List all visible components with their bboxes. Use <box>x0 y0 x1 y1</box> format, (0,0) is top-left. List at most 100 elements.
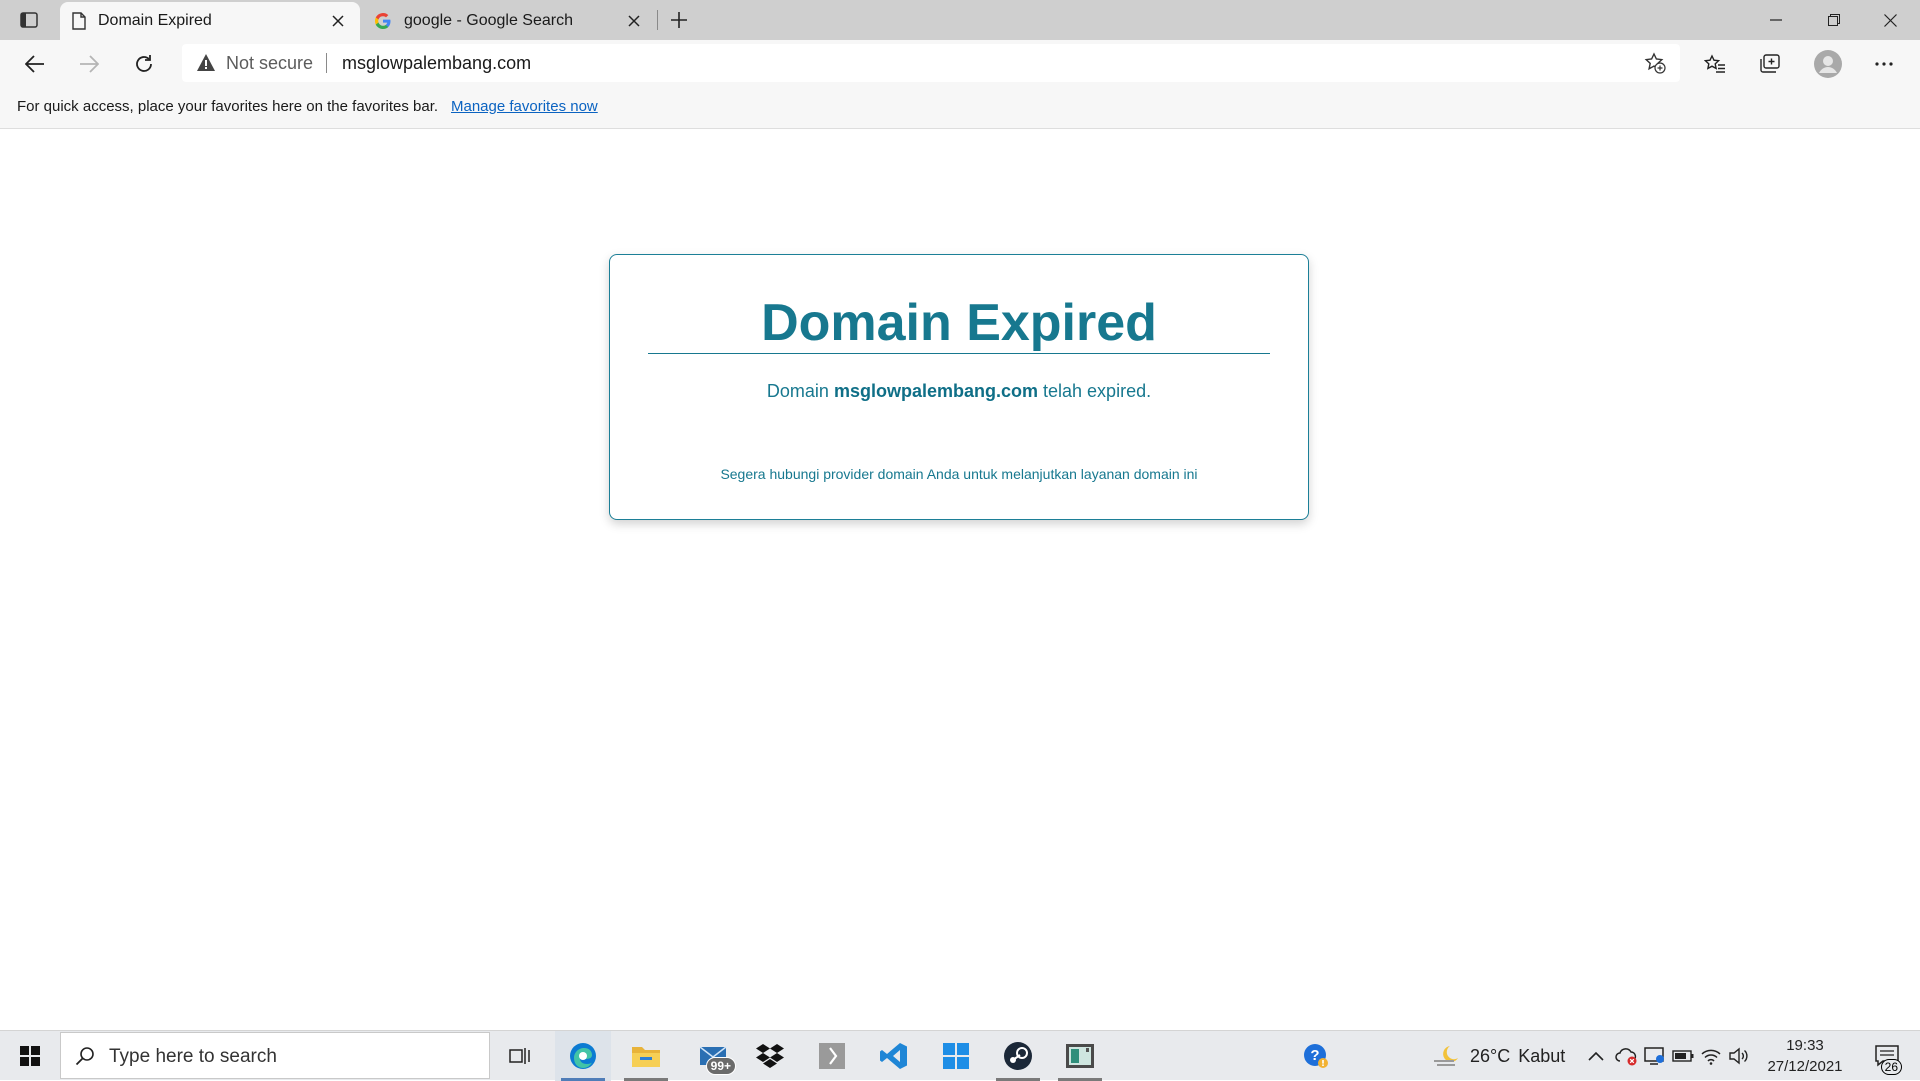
back-button[interactable] <box>17 47 53 81</box>
divider <box>326 53 327 73</box>
close-tab-button[interactable] <box>328 11 348 31</box>
taskbar-app-s[interactable] <box>804 1031 860 1081</box>
minimize-icon <box>1770 19 1782 21</box>
app-window-icon <box>1066 1044 1094 1068</box>
domain-expired-card: Domain Expired Domain msglowpalembang.co… <box>609 254 1309 520</box>
google-icon <box>375 13 391 29</box>
tray-wifi[interactable] <box>1697 1031 1725 1081</box>
taskbar-clock[interactable]: 19:33 27/12/2021 <box>1760 1035 1850 1077</box>
favorites-button[interactable] <box>1697 47 1733 81</box>
minimize-button[interactable] <box>1748 0 1804 40</box>
collections-button[interactable] <box>1752 47 1788 81</box>
page-title: Domain Expired <box>761 294 1157 352</box>
title-divider <box>648 353 1270 354</box>
close-tab-button[interactable] <box>624 11 644 31</box>
clock-date: 27/12/2021 <box>1767 1058 1843 1075</box>
tab-actions-icon <box>20 12 38 28</box>
windows-logo-icon <box>20 1046 40 1066</box>
help-tray-button[interactable]: ? <box>1288 1031 1344 1081</box>
forward-button[interactable] <box>71 47 107 81</box>
steam-icon <box>1004 1042 1032 1070</box>
tray-battery[interactable] <box>1669 1031 1697 1081</box>
avatar-icon <box>1814 50 1842 78</box>
taskbar-file-explorer[interactable] <box>618 1031 674 1081</box>
tray-display[interactable] <box>1641 1031 1669 1081</box>
favorites-list-icon <box>1704 54 1725 73</box>
manage-favorites-link[interactable]: Manage favorites now <box>451 98 598 115</box>
start-button[interactable] <box>2 1031 58 1081</box>
svg-text:?: ? <box>1310 1047 1319 1064</box>
restore-icon <box>1828 14 1840 26</box>
collections-icon <box>1760 54 1780 73</box>
edge-icon <box>570 1043 596 1069</box>
chevron-up-icon <box>1588 1051 1604 1061</box>
favorites-bar-message: For quick access, place your favorites h… <box>17 98 439 115</box>
volume-icon <box>1729 1047 1748 1065</box>
tab-separator <box>657 10 658 30</box>
taskbar-mail[interactable]: 99+ <box>686 1031 742 1081</box>
tray-onedrive[interactable] <box>1613 1031 1641 1081</box>
mail-badge: 99+ <box>705 1057 736 1075</box>
close-icon <box>332 15 344 27</box>
url-text[interactable]: msglowpalembang.com <box>342 53 531 74</box>
weather-condition: Kabut <box>1518 1045 1566 1066</box>
action-center-button[interactable]: 26 <box>1862 1031 1912 1081</box>
notification-count: 26 <box>1880 1059 1902 1075</box>
store-icon <box>943 1043 969 1069</box>
app-s-icon <box>819 1043 845 1069</box>
weather-widget[interactable]: 26°C Kabut <box>1432 1031 1565 1081</box>
domain-name: msglowpalembang.com <box>833 381 1038 401</box>
dropbox-icon <box>756 1044 784 1068</box>
show-hidden-icons-button[interactable] <box>1582 1031 1610 1081</box>
taskbar: Type here to search 99+ ? 26°C Kabut 19:… <box>0 1030 1920 1081</box>
wifi-icon <box>1701 1049 1721 1065</box>
cloud-error-icon <box>1615 1048 1637 1066</box>
tab-domain-expired[interactable]: Domain Expired <box>60 2 360 40</box>
vscode-icon <box>880 1043 907 1069</box>
tab-title: google - Google Search <box>404 12 573 29</box>
search-placeholder: Type here to search <box>109 1046 277 1067</box>
page-icon <box>72 12 86 30</box>
refresh-button[interactable] <box>126 47 162 81</box>
close-window-button[interactable] <box>1862 0 1918 40</box>
taskbar-search[interactable]: Type here to search <box>60 1032 490 1079</box>
browser-toolbar: Not secure msglowpalembang.com <box>0 40 1920 87</box>
taskbar-vscode[interactable] <box>866 1031 922 1081</box>
battery-icon <box>1672 1050 1694 1062</box>
clock-time: 19:33 <box>1786 1037 1824 1054</box>
message-suffix: telah expired. <box>1043 381 1152 401</box>
more-dots-icon <box>1875 62 1893 66</box>
search-icon <box>75 1047 94 1066</box>
tab-google-search[interactable]: google - Google Search <box>362 2 656 40</box>
favorites-bar: For quick access, place your favorites h… <box>0 87 1920 129</box>
taskbar-edge[interactable] <box>555 1031 611 1081</box>
expired-message: Domain msglowpalembang.com telah expired… <box>610 381 1308 402</box>
tab-strip: Domain Expired google - Google Search <box>0 0 1920 40</box>
folder-icon <box>632 1047 660 1067</box>
tray-volume[interactable] <box>1725 1031 1753 1081</box>
restore-button[interactable] <box>1806 0 1862 40</box>
refresh-icon <box>136 55 152 72</box>
task-view-button[interactable] <box>492 1031 548 1081</box>
message-prefix: Domain <box>766 381 829 401</box>
weather-temp: 26°C <box>1470 1045 1511 1066</box>
taskbar-windows-store[interactable] <box>928 1031 984 1081</box>
add-favorite-icon[interactable] <box>1644 52 1666 74</box>
settings-more-button[interactable] <box>1866 47 1902 81</box>
task-view-icon <box>509 1048 530 1064</box>
tab-title: Domain Expired <box>98 12 212 29</box>
new-tab-button[interactable] <box>666 8 692 32</box>
plus-icon <box>671 12 687 28</box>
address-bar[interactable]: Not secure msglowpalembang.com <box>182 44 1680 82</box>
security-status[interactable]: Not secure <box>226 53 313 74</box>
back-arrow-icon <box>25 55 44 73</box>
display-icon <box>1644 1047 1664 1065</box>
taskbar-steam[interactable] <box>990 1031 1046 1081</box>
taskbar-dropbox[interactable] <box>742 1031 798 1081</box>
profile-button[interactable] <box>1810 47 1846 81</box>
warning-icon[interactable] <box>196 53 216 72</box>
taskbar-app-window[interactable] <box>1052 1031 1108 1081</box>
forward-arrow-icon <box>80 55 99 73</box>
tab-actions-button[interactable] <box>14 8 44 32</box>
contact-provider-note: Segera hubungi provider domain Anda untu… <box>720 466 1198 482</box>
